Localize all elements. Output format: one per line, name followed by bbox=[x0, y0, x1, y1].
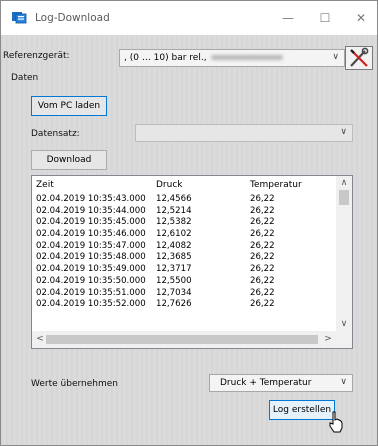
window-title: Log-Download bbox=[35, 12, 110, 24]
minimize-button[interactable]: — bbox=[273, 7, 303, 29]
vertical-scroll-thumb[interactable] bbox=[339, 190, 349, 205]
log-data-list[interactable]: Zeit Druck Temperatur 02.04.2019 10:35:4… bbox=[31, 175, 353, 349]
list-item[interactable]: 02.04.2019 10:35:51.000 12,7034 26,22 bbox=[32, 288, 336, 300]
scroll-right-icon[interactable]: > bbox=[322, 333, 334, 345]
redacted-serial bbox=[210, 55, 283, 60]
list-item[interactable]: 02.04.2019 10:35:49.000 12,3717 26,22 bbox=[32, 264, 336, 276]
dataset-label: Datensatz: bbox=[31, 129, 80, 139]
column-header-time[interactable]: Zeit bbox=[36, 180, 54, 190]
chevron-down-icon: ∨ bbox=[340, 127, 347, 137]
list-item[interactable]: 02.04.2019 10:35:46.000 12,6102 26,22 bbox=[32, 229, 336, 241]
list-item[interactable]: 02.04.2019 10:35:43.000 12,4566 26,22 bbox=[32, 194, 336, 206]
download-button[interactable]: Download bbox=[31, 150, 107, 170]
mouse-pointer-icon bbox=[329, 411, 343, 433]
scrollbar-corner bbox=[336, 331, 352, 348]
reference-device-dropdown[interactable]: , (0 … 10) bar rel., ∨ bbox=[119, 49, 345, 67]
list-item[interactable]: 02.04.2019 10:35:48.000 12,3685 26,22 bbox=[32, 252, 336, 264]
column-header-temperature[interactable]: Temperatur bbox=[250, 180, 302, 190]
export-mode-dropdown[interactable]: Druck + Temperatur ∨ bbox=[209, 374, 353, 392]
column-header-pressure[interactable]: Druck bbox=[156, 180, 183, 190]
log-download-window: Log-Download — ☐ ✕ Referenzgerät: , (0 …… bbox=[0, 0, 378, 446]
list-header: Zeit Druck Temperatur bbox=[32, 176, 336, 192]
list-rows: 02.04.2019 10:35:43.000 12,4566 26,22 02.0… bbox=[32, 194, 336, 326]
chevron-down-icon: ∨ bbox=[332, 52, 339, 62]
scroll-down-icon[interactable]: ∨ bbox=[336, 317, 352, 331]
reference-device-label: Referenzgerät: bbox=[3, 51, 70, 61]
create-log-button[interactable]: Log erstellen bbox=[269, 400, 335, 420]
list-item[interactable]: 02.04.2019 10:35:52.000 12,7626 26,22 bbox=[32, 299, 336, 311]
list-item[interactable]: 02.04.2019 10:35:45.000 12,5382 26,22 bbox=[32, 217, 336, 229]
data-group-label: Daten bbox=[11, 73, 39, 83]
list-item[interactable]: 02.04.2019 10:35:50.000 12,5500 26,22 bbox=[32, 276, 336, 288]
reference-device-value: , (0 … 10) bar rel., bbox=[124, 53, 207, 63]
wrench-screwdriver-icon bbox=[350, 47, 369, 67]
chevron-down-icon: ∨ bbox=[340, 377, 347, 387]
load-from-pc-button[interactable]: Vom PC laden bbox=[31, 96, 107, 116]
maximize-button[interactable]: ☐ bbox=[310, 7, 340, 29]
horizontal-scroll-thumb[interactable] bbox=[46, 335, 318, 344]
scroll-left-icon[interactable]: < bbox=[34, 333, 46, 345]
list-item[interactable]: 02.04.2019 10:35:47.000 12,4082 26,22 bbox=[32, 241, 336, 253]
horizontal-scrollbar[interactable]: < > bbox=[32, 331, 336, 348]
scroll-up-icon[interactable]: ∧ bbox=[336, 176, 352, 190]
dataset-dropdown[interactable]: ∨ bbox=[135, 124, 353, 142]
close-button[interactable]: ✕ bbox=[346, 7, 376, 29]
apply-values-label: Werte übernehmen bbox=[31, 379, 118, 389]
dialog-body: Referenzgerät: , (0 … 10) bar rel., ∨ Da… bbox=[1, 35, 377, 445]
vertical-scrollbar[interactable]: ∧ ∨ bbox=[336, 176, 352, 331]
title-bar[interactable]: Log-Download — ☐ ✕ bbox=[1, 1, 377, 35]
list-item[interactable]: 02.04.2019 10:35:44.000 12,5214 26,22 bbox=[32, 206, 336, 218]
device-settings-button[interactable] bbox=[345, 46, 373, 70]
app-icon bbox=[12, 12, 27, 24]
export-mode-value: Druck + Temperatur bbox=[220, 378, 312, 388]
